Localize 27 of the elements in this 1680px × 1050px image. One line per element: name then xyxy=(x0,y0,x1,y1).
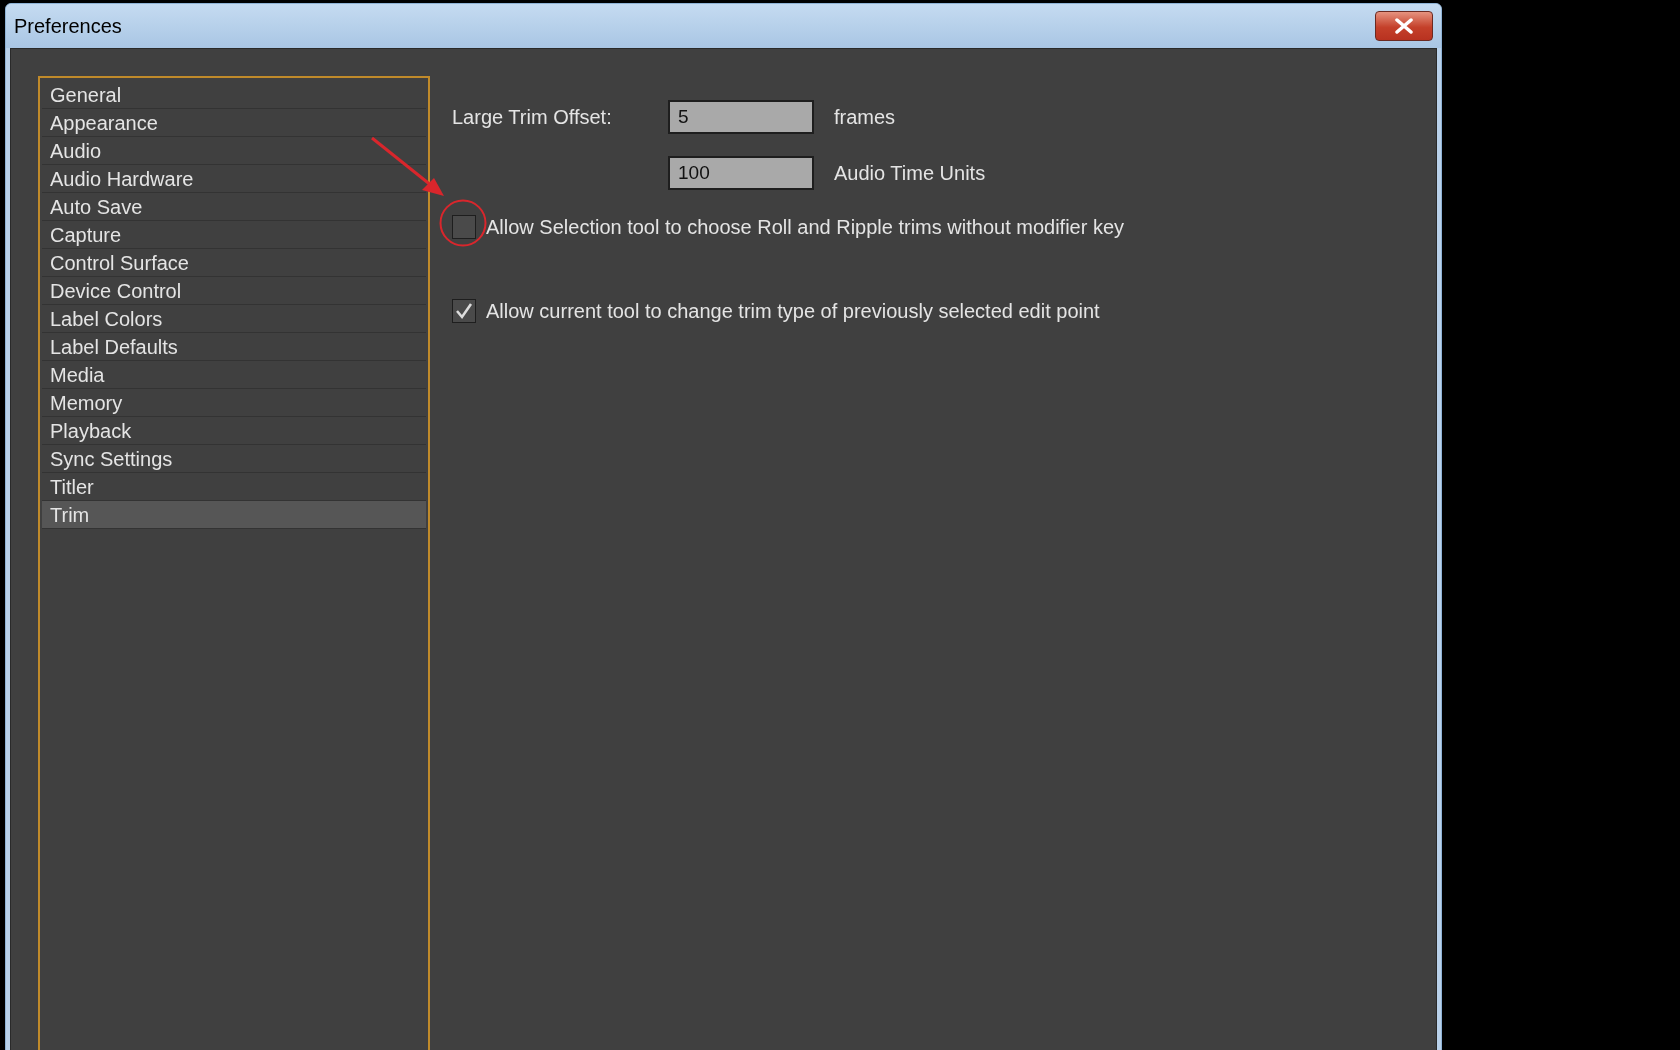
category-item[interactable]: Control Surface xyxy=(42,249,426,277)
number-field[interactable]: 100 xyxy=(668,156,814,190)
category-item[interactable]: General xyxy=(42,81,426,109)
category-item[interactable]: Auto Save xyxy=(42,193,426,221)
category-item[interactable]: Audio Hardware xyxy=(42,165,426,193)
option-label: Allow Selection tool to choose Roll and Ripple trims without modifier key xyxy=(486,215,1125,240)
number-field[interactable]: 5 xyxy=(668,100,814,134)
checkbox[interactable] xyxy=(452,215,476,239)
category-item[interactable]: Media xyxy=(42,361,426,389)
unit-label: frames xyxy=(834,105,897,130)
category-item[interactable]: Audio xyxy=(42,137,426,165)
field-label: Large Trim Offset: xyxy=(452,105,613,130)
close-icon xyxy=(1394,18,1414,34)
option-label: Allow current tool to change trim type of previously selected edit point xyxy=(486,299,1100,324)
category-item[interactable]: Playback xyxy=(42,417,426,445)
category-item[interactable]: Device Control xyxy=(42,277,426,305)
category-item[interactable]: Trim xyxy=(42,501,426,529)
category-item[interactable]: Memory xyxy=(42,389,426,417)
window-title: Preferences xyxy=(13,14,122,39)
category-item[interactable]: Sync Settings xyxy=(42,445,426,473)
close-button[interactable] xyxy=(1375,11,1433,41)
category-item[interactable]: Capture xyxy=(42,221,426,249)
category-item[interactable]: Label Colors xyxy=(42,305,426,333)
unit-label: Audio Time Units xyxy=(834,161,987,186)
category-item[interactable]: Appearance xyxy=(42,109,426,137)
checkbox[interactable] xyxy=(452,299,476,323)
category-item[interactable]: Label Defaults xyxy=(42,333,426,361)
